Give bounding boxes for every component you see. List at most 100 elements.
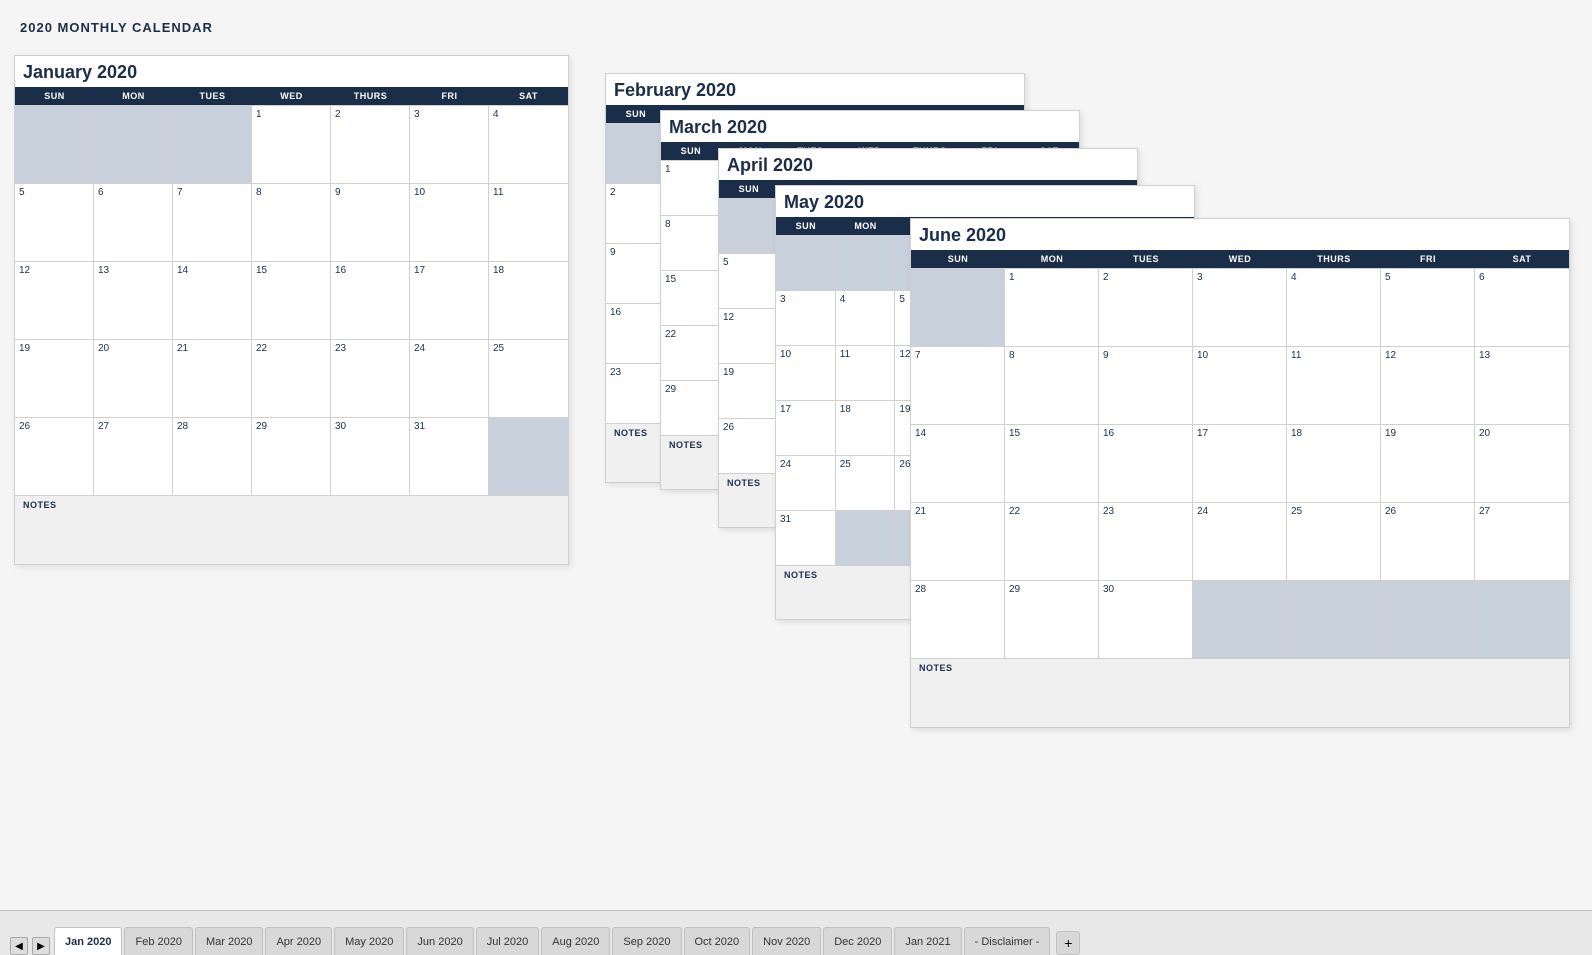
cal-cell: 7 [911, 346, 1005, 424]
cal-cell [173, 105, 252, 183]
cal-cell: 9 [606, 243, 666, 303]
tab-add-button[interactable]: + [1056, 931, 1080, 955]
cal-cell: 30 [331, 417, 410, 495]
cal-cell [15, 105, 94, 183]
january-header: SUNMONTUESWEDTHURSFRISAT [15, 87, 568, 105]
cal-cell: 9 [1099, 346, 1193, 424]
tab-dec-2020[interactable]: Dec 2020 [823, 927, 892, 955]
cal-cell [911, 268, 1005, 346]
cal-cell: 27 [1475, 502, 1569, 580]
day-header-mon: MON [836, 217, 896, 235]
day-header-sun: SUN [911, 250, 1005, 268]
cal-cell [1475, 580, 1569, 658]
cal-cell: 25 [836, 455, 896, 510]
day-header-sun: SUN [776, 217, 836, 235]
tab-apr-2020[interactable]: Apr 2020 [265, 927, 332, 955]
cal-cell: 18 [836, 400, 896, 455]
cal-cell: 16 [331, 261, 410, 339]
day-header-fri: FRI [1381, 250, 1475, 268]
january-notes: NOTES [15, 495, 568, 514]
tab-mar-2020[interactable]: Mar 2020 [195, 927, 263, 955]
cal-cell: 10 [410, 183, 489, 261]
day-header-wed: WED [252, 87, 331, 105]
tab-jun-2020[interactable]: Jun 2020 [406, 927, 473, 955]
tab-nav-right[interactable]: ▶ [32, 937, 50, 955]
cal-cell: 1 [1005, 268, 1099, 346]
cal-cell: 6 [94, 183, 173, 261]
cal-cell: 25 [1287, 502, 1381, 580]
tab-jan-2021[interactable]: Jan 2021 [894, 927, 961, 955]
cal-cell: 11 [1287, 346, 1381, 424]
cal-cell [1381, 580, 1475, 658]
page-title: 2020 MONTHLY CALENDAR [20, 20, 1572, 35]
cal-cell: 18 [489, 261, 568, 339]
cal-cell: 19 [1381, 424, 1475, 502]
january-calendar: January 2020 SUNMONTUESWEDTHURSFRISAT 12… [14, 55, 569, 565]
cal-cell: 28 [173, 417, 252, 495]
cal-cell: 23 [1099, 502, 1193, 580]
cal-cell: 29 [1005, 580, 1099, 658]
cal-cell: 23 [606, 363, 666, 423]
tab-nav-left[interactable]: ◀ [10, 937, 28, 955]
tab-sep-2020[interactable]: Sep 2020 [612, 927, 681, 955]
tab-feb-2020[interactable]: Feb 2020 [124, 927, 192, 955]
cal-cell: 15 [252, 261, 331, 339]
cal-cell: 16 [1099, 424, 1193, 502]
cal-cell: 29 [661, 380, 721, 435]
tab-jan-2020[interactable]: Jan 2020 [54, 927, 122, 955]
cal-cell: 19 [15, 339, 94, 417]
day-header-sun: SUN [15, 87, 94, 105]
cal-cell: 6 [1475, 268, 1569, 346]
january-title: January 2020 [15, 56, 568, 87]
cal-cell: 24 [1193, 502, 1287, 580]
cal-cell: 15 [1005, 424, 1099, 502]
cal-cell: 21 [911, 502, 1005, 580]
main-container: 2020 MONTHLY CALENDAR January 2020 SUNMO… [0, 0, 1592, 910]
tab-bar: ◀ ▶ Jan 2020Feb 2020Mar 2020Apr 2020May … [0, 910, 1592, 955]
tab---disclaimer--[interactable]: - Disclaimer - [964, 927, 1051, 955]
cal-cell: 8 [252, 183, 331, 261]
tab-oct-2020[interactable]: Oct 2020 [684, 927, 751, 955]
cal-cell [1193, 580, 1287, 658]
cal-cell: 23 [331, 339, 410, 417]
cal-cell: 20 [94, 339, 173, 417]
cal-cell: 24 [776, 455, 836, 510]
cal-cell: 17 [1193, 424, 1287, 502]
tab-may-2020[interactable]: May 2020 [334, 927, 404, 955]
cal-cell: 28 [911, 580, 1005, 658]
tab-nov-2020[interactable]: Nov 2020 [752, 927, 821, 955]
cal-cell: 4 [836, 290, 896, 345]
cal-cell: 7 [173, 183, 252, 261]
cal-cell: 13 [1475, 346, 1569, 424]
tab-container: Jan 2020Feb 2020Mar 2020Apr 2020May 2020… [54, 927, 1052, 955]
cal-cell: 8 [1005, 346, 1099, 424]
cal-cell: 2 [606, 183, 666, 243]
cal-cell: 9 [331, 183, 410, 261]
cal-cell: 24 [410, 339, 489, 417]
cal-cell: 17 [776, 400, 836, 455]
day-header-thurs: THURS [331, 87, 410, 105]
cal-cell: 4 [1287, 268, 1381, 346]
cal-cell: 12 [1381, 346, 1475, 424]
cal-cell: 22 [661, 325, 721, 380]
cal-cell: 31 [410, 417, 489, 495]
day-header-wed: WED [1193, 250, 1287, 268]
cal-cell: 22 [1005, 502, 1099, 580]
cal-cell [836, 235, 896, 290]
cal-cell [489, 417, 568, 495]
june-title: June 2020 [911, 219, 1569, 250]
tab-aug-2020[interactable]: Aug 2020 [541, 927, 610, 955]
cal-cell: 3 [776, 290, 836, 345]
cal-cell: 14 [173, 261, 252, 339]
day-header-mon: MON [1005, 250, 1099, 268]
day-header-sat: SAT [1475, 250, 1569, 268]
cal-cell: 21 [173, 339, 252, 417]
cal-cell: 18 [1287, 424, 1381, 502]
cal-cell: 31 [776, 510, 836, 565]
tab-jul-2020[interactable]: Jul 2020 [476, 927, 540, 955]
cal-cell: 5 [719, 253, 779, 308]
day-header-tues: TUES [1099, 250, 1193, 268]
january-notes-area [15, 514, 568, 564]
cal-cell: 3 [410, 105, 489, 183]
cal-cell: 15 [661, 270, 721, 325]
